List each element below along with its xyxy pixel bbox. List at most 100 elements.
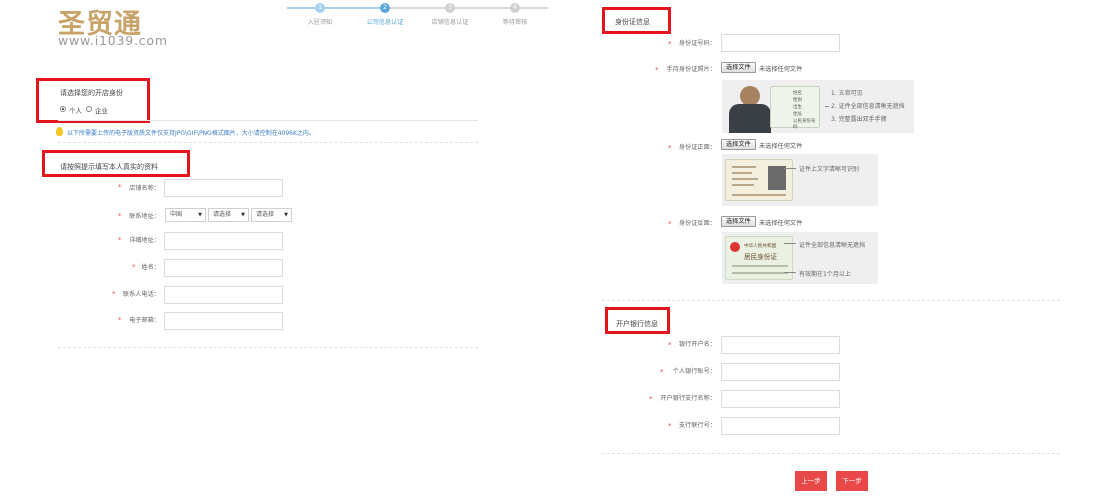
id-back-label: 身份证反面： [678, 220, 716, 227]
id-back-note-2: 有效期在1个月以上 [799, 271, 851, 278]
card-text-line [732, 166, 756, 168]
id-front-note: 证件上文字清晰可识别 [799, 166, 860, 173]
id-card-front-icon [725, 159, 793, 201]
card-text-line [732, 194, 786, 196]
card-text-line [732, 184, 754, 186]
id-card-back-icon: 中华人民共和国 居民身份证 [725, 236, 793, 280]
step-label-4: 等待审核 [502, 19, 528, 26]
store-name-label: 店铺名称： [129, 185, 160, 192]
identity-highlight-box [36, 78, 150, 123]
person-body-icon [729, 104, 771, 133]
email-label: 电子邮箱： [129, 317, 160, 324]
province-select-value: 请选择 [213, 211, 232, 218]
card-text-line [732, 172, 752, 174]
hand-note-1: 1. 五官可见 [831, 90, 863, 97]
email-input[interactable] [164, 312, 283, 330]
hand-photo-file-button[interactable]: 选择文件 [721, 62, 756, 73]
card-line: 出生 [793, 105, 802, 110]
identity-title: 请选择您的开店身份 [60, 89, 123, 97]
id-back-sample-image: 中华人民共和国 居民身份证 证件全部信息清晰无遮挡 有效期在1个月以上 [722, 232, 878, 284]
step-label-3: 店铺信息认证 [431, 19, 469, 26]
country-select-value: 中国 [170, 211, 183, 218]
divider [602, 300, 1060, 301]
divider [58, 120, 478, 121]
branch-code-label: 支行联行号： [678, 422, 716, 429]
card-portrait-icon [768, 166, 786, 190]
id-info-title: 身份证信息 [615, 18, 650, 26]
id-front-sample-image: 证件上文字清晰可识别 [722, 154, 878, 206]
id-back-file-status: 未选择任何文件 [759, 220, 803, 227]
step-circle-2: 2 [380, 3, 390, 13]
city-select-value: 请选择 [256, 211, 275, 218]
store-name-input[interactable] [164, 179, 283, 197]
arrow-line [784, 272, 796, 273]
hand-note-3: 3. 完整露出双手手臂 [831, 116, 887, 123]
identity-label-company[interactable]: 企业 [95, 105, 108, 115]
site-url: www.i1039.com [58, 33, 168, 48]
basic-info-title: 请按照提示填写本人真实的资料 [60, 163, 158, 171]
step-circle-3: 3 [445, 3, 455, 13]
identity-radio-company[interactable] [86, 106, 92, 112]
identity-radio-personal[interactable] [60, 106, 66, 112]
arrow-line [784, 243, 796, 244]
bank-info-title: 开户银行信息 [616, 320, 658, 328]
id-number-input[interactable] [721, 34, 840, 52]
name-label: 姓名： [141, 264, 160, 271]
detail-address-label: 详细地址： [129, 237, 160, 244]
chevron-down-icon: ▼ [198, 212, 202, 218]
prev-step-button[interactable]: 上一步 [795, 471, 827, 491]
account-name-label: 银行开户名： [678, 341, 716, 348]
hand-photo-file-status: 未选择任何文件 [759, 66, 803, 73]
city-select[interactable]: 请选择 ▼ [251, 208, 292, 222]
detail-address-input[interactable] [164, 232, 283, 250]
lightbulb-icon [56, 127, 63, 136]
step-line-done [287, 7, 385, 9]
phone-input[interactable] [164, 286, 283, 304]
next-step-button[interactable]: 下一步 [836, 471, 868, 491]
phone-label: 联系人电话： [122, 291, 160, 298]
card-line: 姓名 [793, 91, 802, 96]
card-text-line [732, 178, 758, 180]
country-select[interactable]: 中国 ▼ [165, 208, 206, 222]
card-back-main: 居民身份证 [744, 253, 777, 261]
id-card-held-icon: 姓名 性别 出生 住址 公民身份号码 [770, 86, 820, 130]
hand-photo-label: 手持身份证照片： [666, 66, 717, 73]
chevron-down-icon: ▼ [241, 212, 245, 218]
upload-tip: 以下所需要上传的电子版资质文件仅支持JPG\GIF\PNG格式图片，大小请控制在… [67, 130, 315, 137]
id-back-file-button[interactable]: 选择文件 [721, 216, 756, 227]
arrow-line [784, 168, 796, 169]
branch-name-label: 开户银行支行名称： [660, 395, 716, 402]
national-emblem-icon [730, 242, 740, 252]
province-select[interactable]: 请选择 ▼ [208, 208, 249, 222]
account-name-input[interactable] [721, 336, 840, 354]
arrow-line [825, 106, 829, 107]
account-number-input[interactable] [721, 363, 840, 381]
divider [58, 347, 478, 348]
divider [602, 453, 1060, 454]
step-line-todo [385, 7, 548, 9]
id-number-label: 身份证号码： [678, 40, 716, 47]
card-text-line [732, 265, 788, 267]
branch-name-input[interactable] [721, 390, 840, 408]
step-circle-4: 4 [510, 3, 520, 13]
card-line: 住址 [793, 112, 802, 117]
identity-label-personal[interactable]: 个人 [69, 105, 82, 115]
account-number-label: 个人银行账号： [672, 368, 716, 375]
card-line: 性别 [793, 98, 802, 103]
id-front-file-status: 未选择任何文件 [759, 143, 803, 150]
id-front-label: 身份证正面： [678, 144, 716, 151]
card-back-title: 中华人民共和国 [744, 244, 777, 249]
step-label-1: 入驻须知 [307, 19, 333, 26]
address-label: 联系地址： [129, 213, 160, 220]
branch-code-input[interactable] [721, 417, 840, 435]
chevron-down-icon: ▼ [284, 212, 288, 218]
hand-note-2: 2. 证件全部信息清晰无遮挡 [831, 103, 905, 110]
hand-photo-sample-image: 姓名 性别 出生 住址 公民身份号码 1. 五官可见 2. 证件全部信息清晰无遮… [722, 80, 914, 133]
step-label-2: 公司信息认证 [366, 19, 404, 26]
id-back-note-1: 证件全部信息清晰无遮挡 [799, 242, 866, 249]
id-front-file-button[interactable]: 选择文件 [721, 139, 756, 150]
card-line: 公民身份号码 [793, 119, 816, 130]
name-input[interactable] [164, 259, 283, 277]
person-head-icon [740, 86, 760, 106]
step-circle-1: 1 [315, 3, 325, 13]
